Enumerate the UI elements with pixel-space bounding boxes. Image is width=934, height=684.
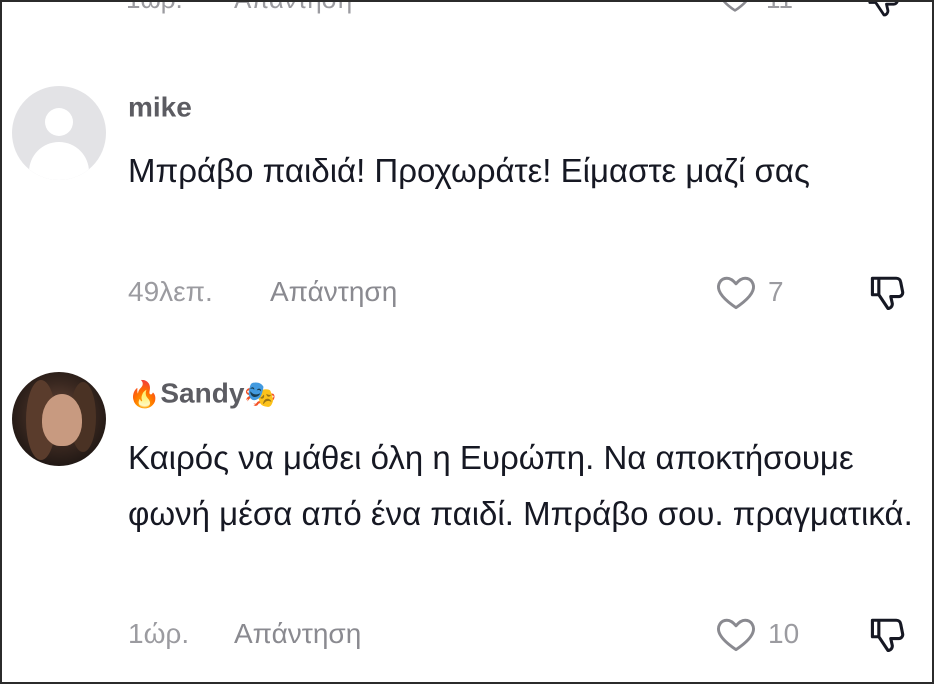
like-count: 7 [768, 276, 784, 307]
dislike-icon[interactable] [866, 612, 910, 656]
like-count: 10 [768, 618, 800, 649]
reply-button[interactable]: Απάντηση [234, 2, 352, 15]
fire-emoji-icon: 🔥 [128, 378, 161, 409]
comment-username[interactable]: mike [128, 90, 192, 126]
comment-time: 1ώρ. [128, 618, 190, 649]
comment-actions: 1ώρ. Απάντηση 10 [128, 612, 928, 656]
comment-text: Καιρός να μάθει όλη η Ευρώπη. Να αποκτήσ… [128, 439, 913, 532]
comment-text: Μπράβο παιδιά! Προχωράτε! Είμαστε μαζί σ… [128, 152, 810, 189]
heart-icon[interactable] [714, 270, 758, 314]
dislike-icon[interactable] [864, 0, 904, 20]
dislike-icon[interactable] [866, 270, 910, 314]
heart-icon[interactable] [716, 0, 754, 16]
comment-actions: 49λεπ. Απάντηση 7 [128, 270, 928, 314]
like-count: 11 [766, 2, 793, 15]
comment-time: 49λεπ. [128, 276, 213, 307]
reply-button[interactable]: Απάντηση [270, 276, 397, 308]
comment-time: 1ώρ. [126, 2, 183, 15]
previous-comment-actions: 1ώρ. Απάντηση 11 [126, 0, 926, 20]
comment-username[interactable]: 🔥Sandy🎭 [128, 376, 277, 412]
theater-masks-emoji-icon: 🎭 [244, 378, 277, 409]
default-avatar-icon[interactable] [12, 86, 106, 180]
user-photo[interactable] [12, 372, 106, 466]
comments-panel: 1ώρ. Απάντηση 11 mike Μπράβο παιδιά! Προ… [0, 0, 934, 684]
heart-icon[interactable] [714, 612, 758, 656]
reply-button[interactable]: Απάντηση [234, 618, 361, 650]
